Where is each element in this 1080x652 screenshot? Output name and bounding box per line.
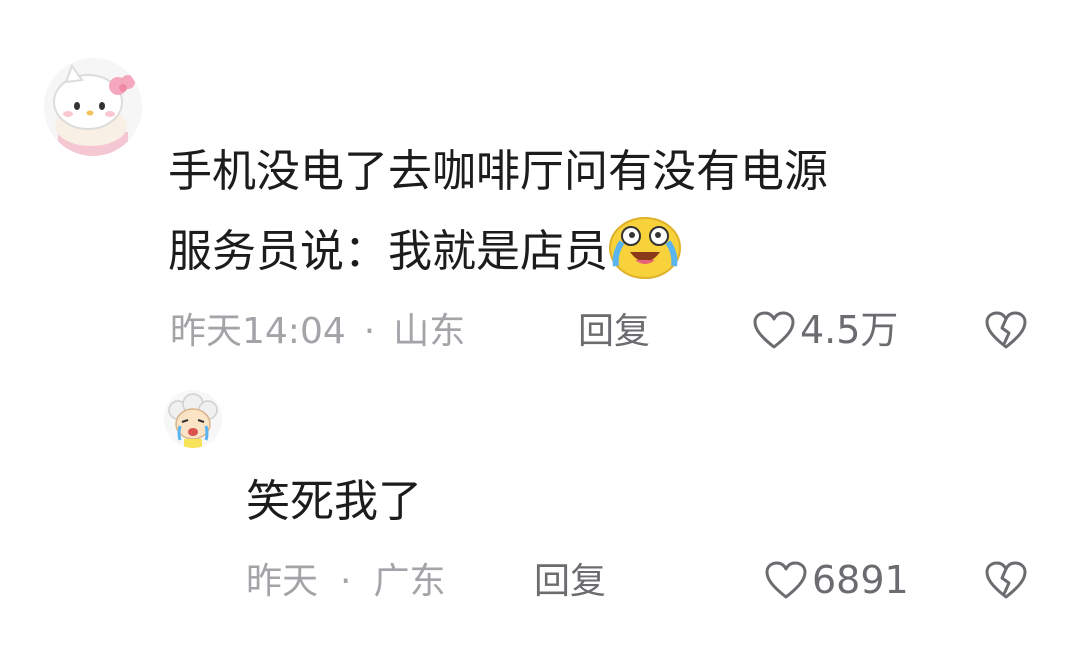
reply-button[interactable]: 回复 — [578, 312, 650, 352]
reply-button[interactable]: 回复 — [534, 562, 606, 602]
like-button[interactable]: 6891 — [764, 560, 909, 600]
like-count: 4.5万 — [800, 308, 899, 352]
user-avatar[interactable] — [44, 58, 142, 156]
meta-separator: · — [340, 561, 352, 602]
dislike-button[interactable] — [984, 310, 1028, 354]
broken-heart-icon — [985, 561, 1027, 599]
comment-meta: 昨天14:04 · 山东 — [170, 312, 465, 352]
comment-meta: 昨天 · 广东 — [246, 562, 445, 602]
comment-text-line: 手机没电了去咖啡厅问有没有电源 — [168, 146, 828, 197]
meta-separator: · — [363, 311, 376, 352]
comment-location: 广东 — [373, 561, 446, 602]
comment-text: 服务员说：我就是店员 — [168, 226, 608, 277]
like-button[interactable]: 4.5万 — [752, 310, 898, 350]
broken-heart-icon — [985, 311, 1027, 349]
cartoon-sheep-avatar-icon — [164, 390, 222, 448]
comment-location: 山东 — [393, 311, 466, 352]
heart-outline-icon — [753, 311, 795, 349]
laughing-crying-emoji-icon — [608, 214, 682, 300]
comment-text-line: 服务员说：我就是店员 — [168, 214, 682, 300]
user-avatar[interactable] — [164, 390, 222, 448]
reply-comment-item: 笑死我了 昨天 · 广东 回复 6891 — [0, 380, 1080, 652]
heart-outline-icon — [765, 561, 807, 599]
comment-time: 昨天 — [246, 561, 319, 602]
dislike-button[interactable] — [984, 560, 1028, 604]
comment-text: 笑死我了 — [246, 476, 422, 527]
comment-time: 昨天14:04 — [170, 311, 346, 352]
comment-item: 手机没电了去咖啡厅问有没有电源 服务员说：我就是店员 昨天14:04 · 山东 … — [0, 0, 1080, 380]
like-count: 6891 — [812, 558, 909, 602]
hello-kitty-avatar-icon — [44, 58, 142, 156]
